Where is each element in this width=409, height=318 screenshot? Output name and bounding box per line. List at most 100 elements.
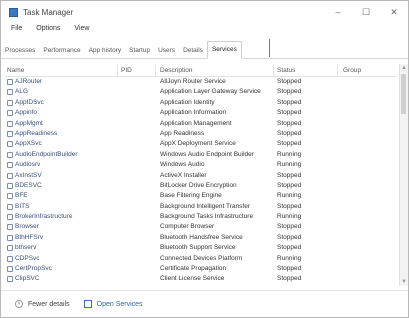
column-header-status[interactable]: Status bbox=[277, 67, 295, 74]
tab-details[interactable]: Details bbox=[179, 43, 207, 58]
table-row[interactable]: ALG Application Layer Gateway Service Stop… bbox=[5, 87, 397, 97]
minimize-button[interactable]: – bbox=[324, 1, 352, 23]
service-status: Running bbox=[277, 150, 302, 158]
service-icon bbox=[7, 162, 13, 169]
scroll-down-arrow-icon[interactable]: ▼ bbox=[400, 278, 408, 286]
column-separator[interactable] bbox=[273, 64, 274, 76]
menu-options[interactable]: Options bbox=[36, 25, 60, 37]
service-name: BthHFSrv bbox=[15, 233, 44, 241]
service-name: Appinfo bbox=[15, 109, 38, 117]
tab-users[interactable]: Users bbox=[154, 43, 179, 58]
service-description: Base Filtering Engine bbox=[160, 192, 222, 200]
service-name: ClipSVC bbox=[15, 275, 40, 283]
table-row[interactable]: COMSysAppCOM+ System ApplicationStopped bbox=[5, 285, 397, 287]
service-description: Background Tasks Infrastructure bbox=[160, 213, 254, 221]
scroll-up-arrow-icon[interactable]: ▲ bbox=[400, 64, 408, 72]
table-row[interactable]: AppXSvc AppX Deployment Service Stopped bbox=[5, 139, 397, 149]
table-row[interactable]: AJRouter AllJoyn Router Service Stopped bbox=[5, 77, 397, 87]
service-status: Stopped bbox=[277, 171, 302, 179]
table-header: Name PID Description Status Group bbox=[5, 64, 397, 77]
service-icon bbox=[7, 99, 13, 106]
table-row[interactable]: BthHFSrv Bluetooth Handsfree Service Stopp… bbox=[5, 233, 397, 243]
service-icon bbox=[7, 266, 13, 273]
table-row[interactable]: CertPropSvc Certificate Propagation Stoppe… bbox=[5, 264, 397, 274]
column-header-pid[interactable]: PID bbox=[121, 67, 132, 74]
service-status: Running bbox=[277, 192, 302, 200]
service-icon bbox=[7, 79, 13, 85]
service-status: Stopped bbox=[277, 88, 302, 96]
table-row[interactable]: AppReadiness App Readiness Stopped bbox=[5, 129, 397, 139]
table-row[interactable]: BrokerInfrastructure Background Tasks Inf… bbox=[5, 212, 397, 222]
menu-file[interactable]: File bbox=[11, 25, 22, 37]
table-body: AJRouter AllJoyn Router Service Stopped ALG… bbox=[5, 77, 397, 286]
maximize-button[interactable]: ☐ bbox=[352, 1, 380, 23]
service-name: AxInstSV bbox=[15, 171, 42, 179]
service-description: Certificate Propagation bbox=[160, 265, 227, 273]
service-status: Stopped bbox=[277, 233, 302, 241]
service-status: Stopped bbox=[277, 119, 302, 127]
service-name: AppReadiness bbox=[15, 129, 58, 137]
title-bar: Task Manager – ☐ ✕ bbox=[1, 1, 408, 23]
service-description: Application Information bbox=[160, 109, 227, 117]
table-row[interactable]: bthserv Bluetooth Support Service Stopped bbox=[5, 243, 397, 253]
column-separator[interactable] bbox=[337, 64, 338, 76]
table-row[interactable]: AudioEndpointBuilder Windows Audio Endpoi… bbox=[5, 150, 397, 160]
table-row[interactable]: BITS Background Intelligent Transfer Stopp… bbox=[5, 202, 397, 212]
service-description: Bluetooth Handsfree Service bbox=[160, 233, 243, 241]
service-name: BFE bbox=[15, 192, 28, 200]
table-row[interactable]: AxInstSV ActiveX Installer Stopped bbox=[5, 171, 397, 181]
table-row[interactable]: Appinfo Application Information Stopped bbox=[5, 108, 397, 118]
service-icon bbox=[7, 182, 13, 189]
vertical-scrollbar[interactable]: ▲ ▼ bbox=[399, 64, 408, 286]
window-title: Task Manager bbox=[23, 7, 74, 17]
window-controls: – ☐ ✕ bbox=[324, 1, 408, 23]
service-name: BrokerInfrastructure bbox=[15, 213, 73, 221]
column-header-group[interactable]: Group bbox=[343, 67, 361, 74]
service-status: Stopped bbox=[277, 202, 302, 210]
column-header-name[interactable]: Name bbox=[7, 67, 24, 74]
table-row[interactable]: BFE Base Filtering Engine Running bbox=[5, 191, 397, 201]
footer-bar: ˄ Fewer details Open Services bbox=[1, 290, 408, 317]
table-row[interactable]: AppMgmt Application Management Stopped bbox=[5, 119, 397, 129]
service-description: Windows Audio bbox=[160, 161, 205, 169]
close-button[interactable]: ✕ bbox=[380, 1, 408, 23]
column-separator[interactable] bbox=[117, 64, 118, 76]
tab-performance[interactable]: Performance bbox=[39, 43, 84, 58]
service-name: AppXSvc bbox=[15, 140, 42, 148]
service-description: Application Management bbox=[160, 119, 232, 127]
service-description: Background Intelligent Transfer bbox=[160, 202, 250, 210]
service-icon bbox=[7, 193, 13, 200]
fewer-details-button[interactable]: ˄ Fewer details bbox=[15, 300, 70, 308]
service-icon bbox=[7, 276, 13, 283]
service-icon bbox=[7, 120, 13, 127]
tab-divider bbox=[269, 39, 270, 57]
tab-app-history[interactable]: App history bbox=[85, 43, 126, 58]
tab-processes[interactable]: Processes bbox=[1, 43, 39, 58]
column-separator[interactable] bbox=[155, 64, 156, 76]
service-status: Stopped bbox=[277, 140, 302, 148]
service-description: ActiveX Installer bbox=[160, 171, 207, 179]
table-row[interactable]: BDESVC BitLocker Drive Encryption Stopped bbox=[5, 181, 397, 191]
service-description: Bluetooth Support Service bbox=[160, 244, 236, 252]
table-row[interactable]: ClipSVC Client License Service Stopped bbox=[5, 274, 397, 284]
tab-startup[interactable]: Startup bbox=[125, 43, 154, 58]
service-status: Stopped bbox=[277, 98, 302, 106]
table-row[interactable]: CDPSvc Connected Devices Platform Running bbox=[5, 254, 397, 264]
open-services-link[interactable]: Open Services bbox=[83, 300, 143, 308]
table-row[interactable]: AppIDSvc Application Identity Stopped bbox=[5, 98, 397, 108]
service-description: Application Layer Gateway Service bbox=[160, 88, 261, 96]
column-header-description[interactable]: Description bbox=[160, 67, 193, 74]
service-description: Computer Browser bbox=[160, 223, 215, 231]
service-icon bbox=[7, 89, 13, 96]
table-row[interactable]: Browser Computer Browser Stopped bbox=[5, 222, 397, 232]
service-status: Stopped bbox=[277, 265, 302, 273]
table-row[interactable]: Audiosrv Windows Audio Running bbox=[5, 160, 397, 170]
service-status: Running bbox=[277, 213, 302, 221]
service-name: BDESVC bbox=[15, 181, 42, 189]
service-icon bbox=[7, 245, 13, 252]
menu-view[interactable]: View bbox=[74, 25, 89, 37]
scroll-thumb[interactable] bbox=[401, 74, 406, 114]
open-services-label: Open Services bbox=[96, 300, 143, 308]
tab-services[interactable]: Services bbox=[206, 41, 242, 59]
service-icon bbox=[7, 234, 13, 241]
